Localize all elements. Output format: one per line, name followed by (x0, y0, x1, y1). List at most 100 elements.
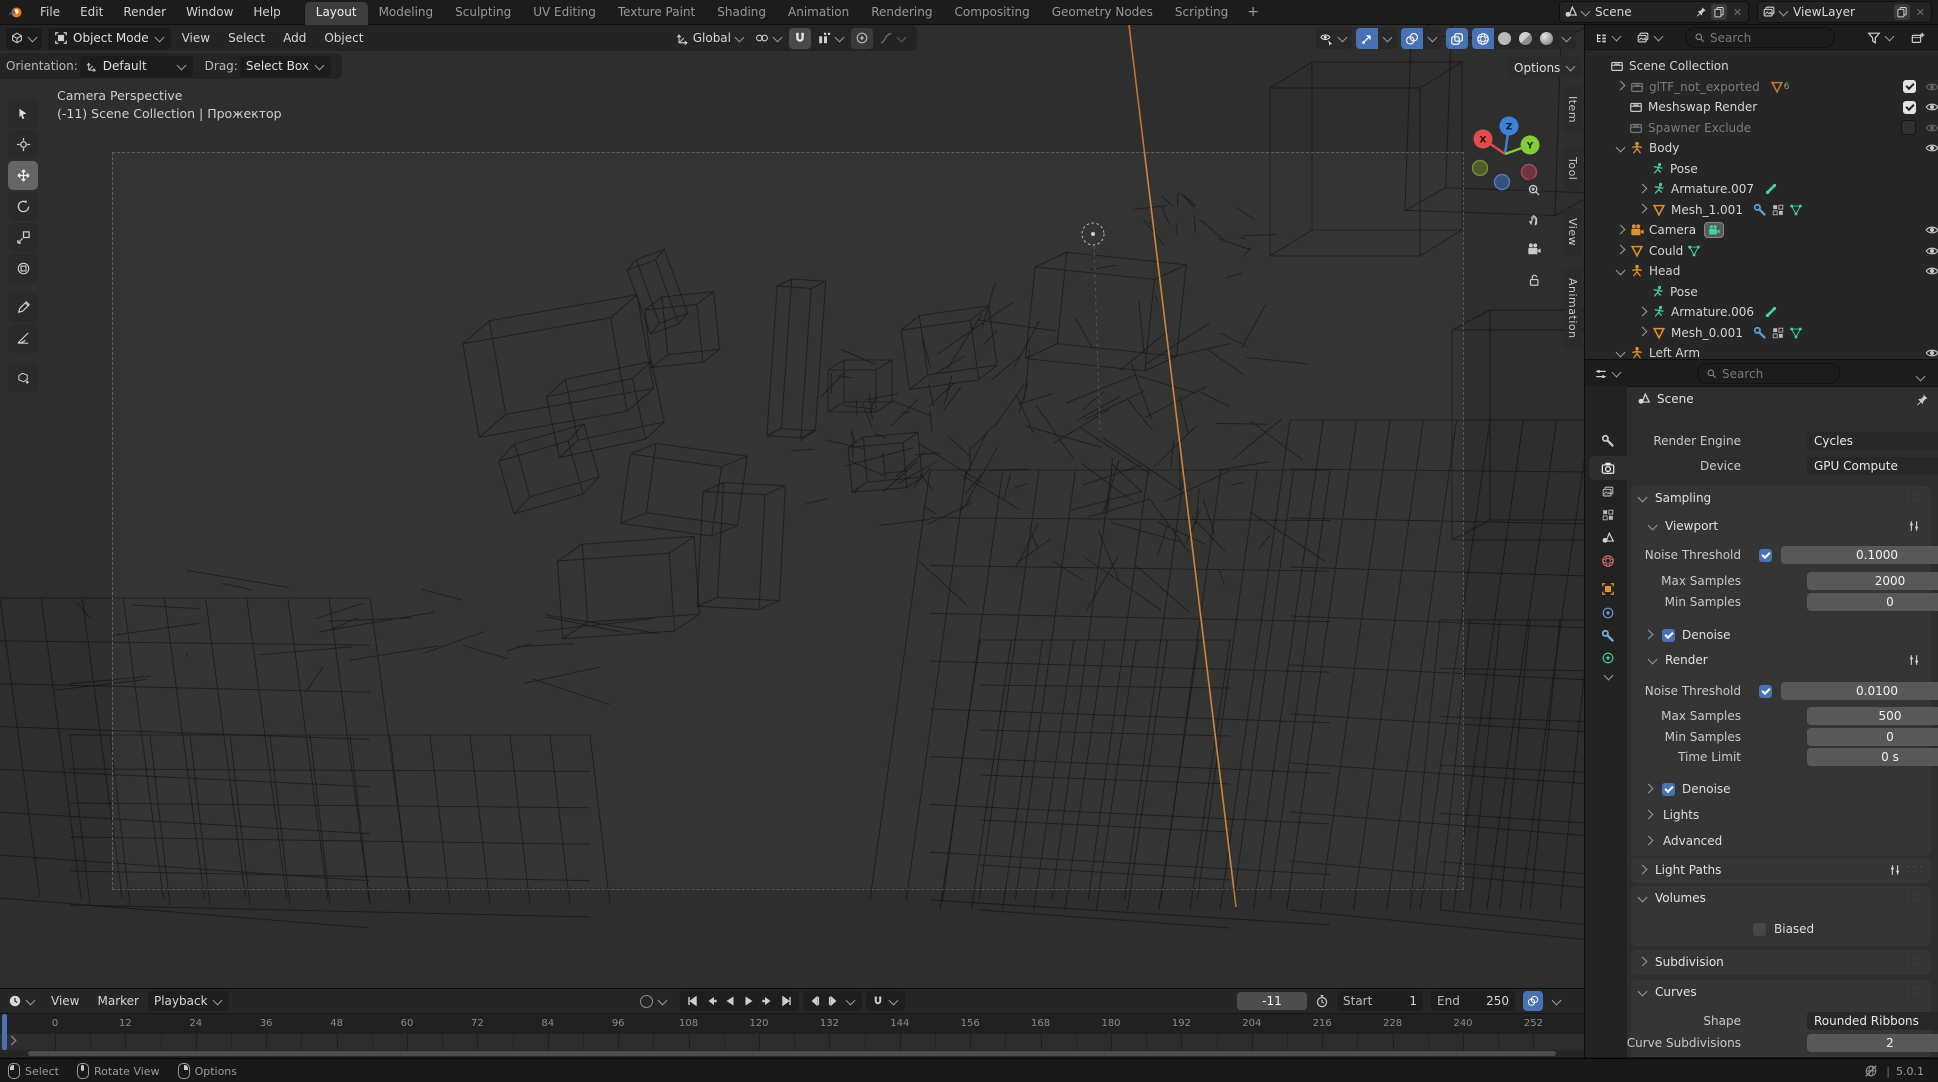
shading-solid-button[interactable] (1494, 28, 1515, 49)
properties-search[interactable]: Search (1697, 363, 1840, 384)
panel-header-light-paths[interactable]: Light Paths⸬⸬ (1631, 860, 1931, 880)
tab-scene[interactable] (1589, 526, 1627, 550)
hide-viewport-toggle[interactable] (1925, 141, 1938, 155)
expander[interactable] (1638, 306, 1648, 316)
tab-output[interactable] (1589, 480, 1627, 504)
prop-select[interactable]: Cycles (1807, 432, 1938, 450)
tab-physics[interactable] (1589, 601, 1627, 625)
tab-render[interactable] (1589, 456, 1627, 480)
subpanel-title[interactable]: Viewport (1665, 519, 1718, 533)
topbar-menu-render[interactable]: Render (113, 5, 176, 19)
timeline-editor-type[interactable] (4, 991, 40, 1012)
outliner-search[interactable]: Search (1685, 27, 1835, 48)
playback-sync-toggle[interactable] (1523, 991, 1543, 1011)
timeline-channels[interactable] (0, 1034, 1584, 1050)
prop-row-denoise[interactable]: Denoise (1631, 625, 1931, 645)
prop-label[interactable]: Denoise (1682, 628, 1731, 642)
unlink-scene-button[interactable]: ✕ (1731, 6, 1744, 19)
playback-sync-dropdown[interactable] (1552, 995, 1562, 1005)
properties-editor-type[interactable] (1590, 363, 1626, 384)
workspace-tab-uv-editing[interactable]: UV Editing (522, 2, 607, 26)
workspace-tab-shading[interactable]: Shading (706, 2, 777, 26)
expander[interactable] (1644, 809, 1654, 819)
panel-grip[interactable]: ⸬⸬ (1908, 896, 1923, 900)
shading-dropdown[interactable] (1557, 28, 1576, 49)
tool-transform[interactable] (8, 254, 38, 283)
panel-grip[interactable]: ⸬⸬ (1908, 868, 1923, 872)
navigation-gizmo[interactable]: X Z Y (1455, 95, 1565, 205)
timeline-menu-marker[interactable]: Marker (88, 994, 147, 1008)
outliner-item-label[interactable]: Could (1649, 244, 1683, 258)
panel-expander[interactable] (1638, 492, 1648, 502)
prop-row-curve-subdivisions[interactable]: Curve Subdivisions2 (1631, 1033, 1931, 1053)
workspace-tab-animation[interactable]: Animation (777, 2, 860, 26)
prop-value-field[interactable]: 500 (1807, 707, 1938, 725)
workspace-tab-texture-paint[interactable]: Texture Paint (607, 2, 706, 26)
outliner-item-label[interactable]: Scene Collection (1629, 59, 1729, 73)
next-keyframe-button[interactable] (762, 995, 774, 1007)
auto-key-toggle[interactable] (640, 995, 653, 1008)
outliner-filter[interactable] (1863, 27, 1899, 48)
tab-world[interactable] (1589, 549, 1627, 573)
hide-viewport-toggle[interactable] (1925, 346, 1938, 359)
overlays-dropdown[interactable] (1423, 28, 1442, 49)
prop-row-viewport[interactable]: Viewport (1631, 516, 1931, 536)
prop-checkbox[interactable] (1759, 685, 1772, 698)
scene-name[interactable]: Scene (1595, 5, 1691, 19)
prop-select[interactable]: Rounded Ribbons (1807, 1012, 1938, 1030)
outliner-row-spawner-exclude[interactable]: Spawner Exclude (1585, 118, 1938, 138)
tab-data-light[interactable] (1589, 646, 1627, 670)
play-reverse-button[interactable] (724, 995, 736, 1007)
outliner-display-mode[interactable] (1590, 27, 1626, 48)
viewport-menu-select[interactable]: Select (219, 31, 274, 45)
outliner-row-head[interactable]: Head (1585, 261, 1938, 281)
shading-rendered-button[interactable] (1536, 28, 1557, 49)
prop-label[interactable]: Biased (1774, 922, 1814, 936)
options-button[interactable]: Options (1508, 57, 1582, 78)
proportional-falloff-selector[interactable] (875, 28, 911, 49)
subpanel-expander[interactable] (1648, 520, 1658, 530)
prop-row-shape[interactable]: ShapeRounded Ribbons (1631, 1011, 1931, 1031)
presets-icon[interactable] (1888, 863, 1902, 877)
topbar-menu-file[interactable]: File (30, 5, 70, 19)
panel-grip[interactable]: ⸬⸬ (1908, 960, 1923, 964)
prop-label[interactable]: Lights (1663, 808, 1699, 822)
shading-wireframe-button[interactable] (1472, 28, 1494, 49)
prop-row-advanced[interactable]: Advanced (1631, 831, 1931, 851)
hide-viewport-toggle[interactable] (1925, 244, 1938, 258)
exclude-checkbox[interactable] (1901, 120, 1916, 135)
viewlayer-icon[interactable] (1762, 5, 1789, 19)
outliner-properties-splitter[interactable] (1585, 359, 1938, 360)
outliner-item-label[interactable]: glTF_not_exported (1649, 80, 1760, 94)
prop-checkbox[interactable] (1759, 549, 1772, 562)
prop-value-field[interactable]: 0 s (1807, 748, 1938, 766)
outliner-item-label[interactable]: Spawner Exclude (1648, 121, 1751, 135)
prop-value-field[interactable]: 0 (1807, 728, 1938, 746)
outliner-item-label[interactable]: Body (1649, 141, 1679, 155)
prop-row-lights[interactable]: Lights (1631, 805, 1931, 825)
panel-expander[interactable] (1638, 892, 1648, 902)
outliner-item-label[interactable]: Mesh_0.001 (1671, 326, 1743, 340)
expander[interactable] (1638, 183, 1648, 193)
blender-logo-icon[interactable] (0, 5, 30, 19)
tool-measure[interactable] (8, 324, 38, 353)
workspace-tab-rendering[interactable]: Rendering (860, 2, 943, 26)
hide-viewport-toggle[interactable] (1925, 80, 1938, 94)
viewport-menu-add[interactable]: Add (274, 31, 315, 45)
expander[interactable] (1616, 81, 1626, 91)
expander[interactable] (1644, 835, 1654, 845)
new-viewlayer-button[interactable] (1894, 4, 1910, 20)
prop-value-field[interactable]: 0.1000 (1781, 546, 1938, 564)
workspace-tab-compositing[interactable]: Compositing (943, 2, 1040, 26)
npanel-tab-animation[interactable]: Animation (1563, 268, 1582, 349)
prop-row-device[interactable]: DeviceGPU Compute (1631, 456, 1931, 476)
prop-row-noise-threshold[interactable]: Noise Threshold0.1000 (1631, 545, 1931, 565)
exclude-checkbox[interactable] (1903, 101, 1916, 114)
overlays-toggle[interactable] (1401, 28, 1423, 49)
new-scene-button[interactable] (1711, 4, 1727, 20)
play-button[interactable] (743, 995, 755, 1007)
outliner-item-label[interactable]: Armature.007 (1671, 182, 1754, 196)
tab-strip-overflow[interactable] (1604, 671, 1614, 681)
outliner-row-camera[interactable]: Camera (1585, 220, 1938, 240)
expander[interactable] (1616, 224, 1626, 234)
